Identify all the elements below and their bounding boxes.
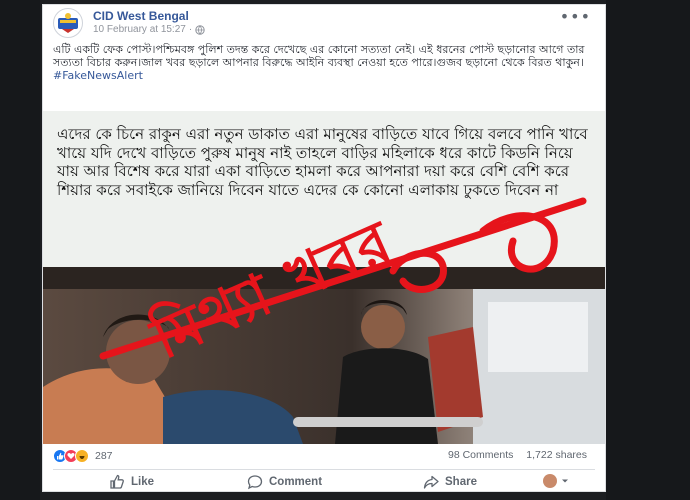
post-meta: 10 February at 15:27 · [93,24,205,35]
post-text: এটি একটি ফেক পোস্ট।পশ্চিমবঙ্গ পুলিশ তদন্… [53,43,585,69]
engagement-counts: 98 Comments 1,722 shares [438,449,587,461]
share-label: Share [445,476,477,488]
viewer-avatar [543,474,557,488]
thumbs-up-icon [110,474,124,489]
photo-area [43,267,605,444]
haha-reaction-icon [75,449,89,463]
post-card: CID West Bengal 10 February at 15:27 · •… [42,4,606,492]
post-stats: 287 98 Comments 1,722 shares [43,445,605,467]
right-background [606,0,690,500]
page-avatar[interactable] [53,8,83,38]
share-count-link[interactable]: 1,722 shares [526,449,587,461]
image-caption-text: এদের কে চিনে রাকুন এরা নতুন ডাকাত এরা মা… [43,111,605,267]
comment-label: Comment [269,476,323,488]
action-divider [53,469,595,470]
comment-bubble-icon [247,475,263,490]
comment-button[interactable]: Comment [247,474,322,490]
post-header: CID West Bengal 10 February at 15:27 · •… [43,5,605,39]
police-logo-icon [58,13,78,33]
post-date[interactable]: 10 February at 15:27 [93,24,186,35]
viewer-switch[interactable] [543,474,569,488]
reaction-count: 287 [95,450,113,462]
share-arrow-icon [423,475,439,489]
page-name-link[interactable]: CID West Bengal [93,9,189,23]
like-label: Like [131,476,155,488]
caret-down-icon [562,479,568,483]
left-background [0,0,40,500]
photo-illustration [43,267,605,444]
action-bar: Like Comment Share [43,471,605,491]
hashtag-link[interactable]: #FakeNewsAlert [43,69,605,83]
like-button[interactable]: Like [109,474,154,490]
globe-icon [195,24,205,35]
reaction-summary[interactable]: 287 [53,449,113,463]
more-options-icon[interactable]: ••• [560,7,591,26]
meta-separator: · [188,24,193,35]
comment-count-link[interactable]: 98 Comments [448,449,513,461]
share-button[interactable]: Share [423,474,477,490]
post-image[interactable]: এদের কে চিনে রাকুন এরা নতুন ডাকাত এরা মা… [43,111,605,444]
